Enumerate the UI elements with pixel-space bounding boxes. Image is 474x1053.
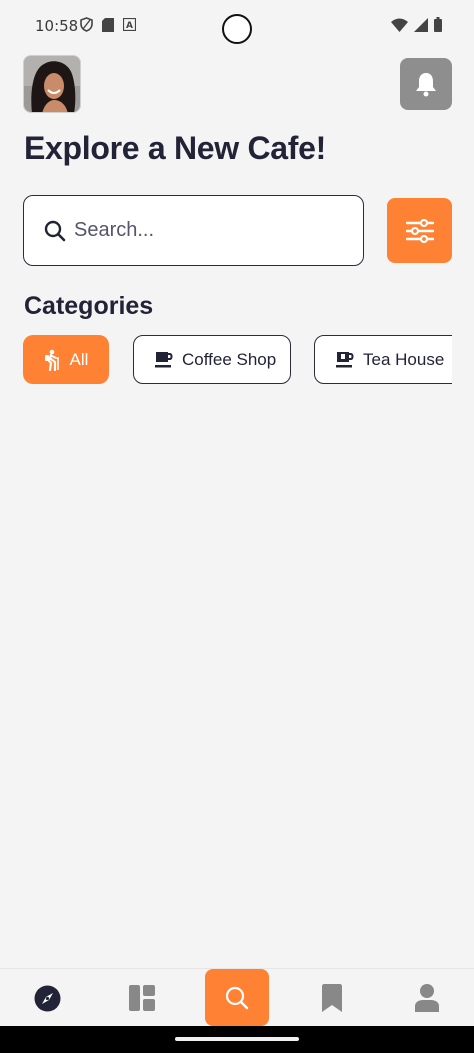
profile-icon	[415, 984, 439, 1012]
status-left-icons: A	[80, 17, 136, 32]
profile-photo	[24, 56, 80, 112]
dashboard-icon	[129, 985, 155, 1011]
svg-text:A: A	[126, 21, 133, 31]
sliders-icon	[405, 218, 434, 243]
category-chip-tea-house[interactable]: Tea House	[314, 335, 452, 384]
hiker-icon	[44, 349, 62, 371]
notifications-button[interactable]	[400, 58, 452, 110]
sd-card-icon	[102, 17, 114, 32]
signal-icon	[414, 17, 428, 32]
camera-cutout	[222, 14, 252, 44]
page-title: Explore a New Cafe!	[24, 130, 326, 166]
search-input[interactable]	[74, 219, 334, 242]
font-icon: A	[123, 18, 136, 31]
bell-icon	[416, 73, 436, 97]
avatar[interactable]	[23, 55, 81, 113]
nav-explore[interactable]	[15, 969, 79, 1027]
battery-icon	[434, 17, 442, 32]
wifi-icon	[391, 18, 408, 32]
search-box[interactable]	[23, 195, 364, 266]
nav-dashboard[interactable]	[110, 969, 174, 1027]
nav-search[interactable]	[205, 969, 269, 1026]
filter-button[interactable]	[387, 198, 452, 263]
home-indicator[interactable]	[175, 1037, 299, 1041]
status-time: 10:58	[35, 17, 79, 35]
status-right-icons	[391, 17, 442, 32]
search-icon	[44, 220, 66, 241]
bookmark-icon	[322, 984, 342, 1012]
bottom-nav	[0, 968, 474, 1026]
nav-profile[interactable]	[395, 969, 459, 1027]
category-chip-label: Coffee Shop	[182, 349, 277, 369]
nav-bookmarks[interactable]	[300, 969, 364, 1027]
category-chip-label: Tea House	[363, 349, 445, 369]
coffee-cup-icon	[154, 351, 174, 369]
system-nav-bar	[0, 1026, 474, 1053]
compass-icon	[34, 985, 60, 1011]
category-chip-all[interactable]: All	[23, 335, 109, 384]
status-bar: 10:58 A	[0, 0, 474, 52]
category-chip-coffee-shop[interactable]: Coffee Shop	[133, 335, 291, 384]
tea-cup-icon	[335, 351, 355, 369]
category-chips: All Coffee Shop Tea House	[23, 335, 452, 385]
search-icon	[225, 986, 249, 1009]
category-chip-label: All	[69, 349, 89, 369]
categories-title: Categories	[24, 292, 154, 320]
shield-icon	[80, 17, 93, 32]
